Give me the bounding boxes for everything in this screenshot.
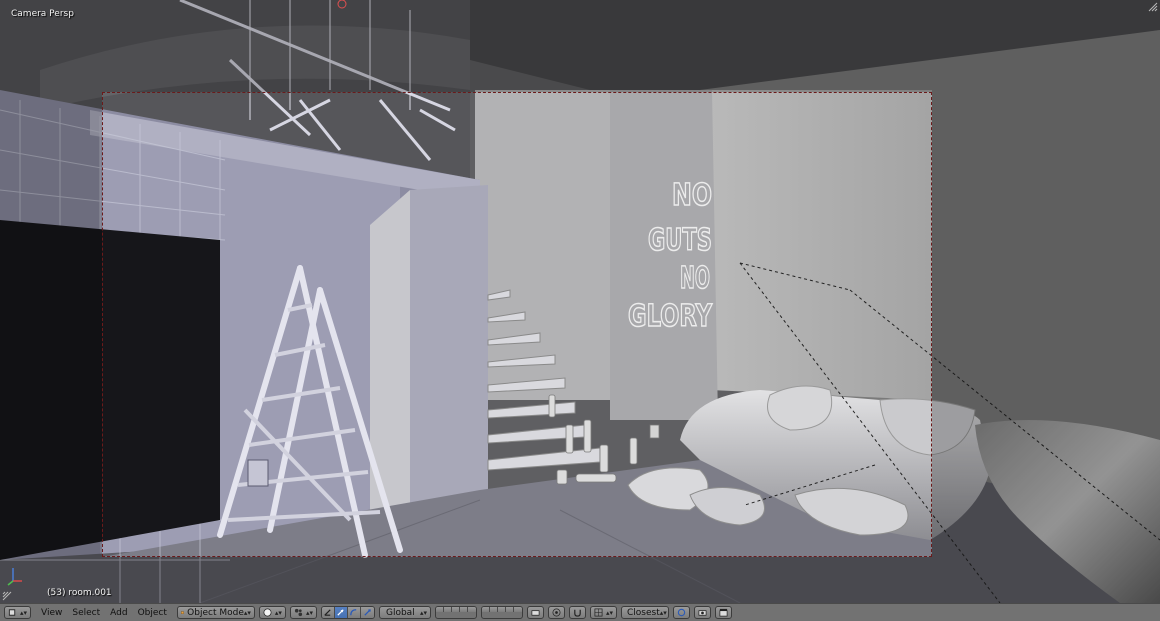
mode-label: Object Mode [187, 607, 244, 618]
layer-button[interactable] [505, 607, 514, 612]
camera-icon [698, 610, 707, 616]
3d-view-header: ▴▾ View Select Add Object Object Mode ▴▾… [0, 603, 1160, 621]
wall-text-line-3: NO [680, 261, 710, 296]
snap-toggle-button[interactable] [568, 606, 586, 619]
snap-rotation-button[interactable] [673, 606, 690, 619]
pivot-point-selector[interactable]: ▴▾ [289, 606, 317, 619]
3d-view-cube-icon [8, 609, 16, 616]
mode-selector[interactable]: Object Mode ▴▾ [176, 606, 255, 619]
menu-add[interactable]: Add [110, 608, 127, 618]
rotate-manipulator-button[interactable] [347, 607, 361, 618]
snap-element-selector[interactable]: ▴▾ [589, 606, 617, 619]
layer-button[interactable] [443, 607, 452, 612]
wall-text-line-4: GLORY [628, 299, 713, 334]
view-label: Camera Persp [11, 9, 74, 19]
wall-text-line-2: GUTS [648, 223, 712, 258]
scale-manipulator-button[interactable] [360, 607, 374, 618]
layer-buttons-b [480, 606, 523, 619]
layer-button[interactable] [481, 607, 490, 612]
layer-button[interactable] [513, 607, 522, 612]
chevron-updown-icon: ▴▾ [274, 608, 282, 617]
clapboard-icon [719, 608, 728, 617]
layers-icon [531, 610, 540, 616]
proportional-edit-icon [552, 608, 561, 617]
proportional-edit-button[interactable] [547, 606, 565, 619]
layer-buttons-a [434, 606, 477, 619]
editor-type-button[interactable]: ▴▾ [4, 606, 32, 619]
viewport-split-corner-icon[interactable] [1148, 2, 1158, 12]
layer-button[interactable] [497, 607, 506, 612]
rotate-arc-icon [350, 609, 357, 616]
chevron-updown-icon: ▴▾ [419, 608, 427, 617]
render-opengl-still-button[interactable] [694, 606, 711, 619]
chevron-updown-icon: ▴▾ [243, 608, 251, 617]
3d-viewport[interactable]: NO GUTS NO GLORY Camera Persp (53) room.… [0, 0, 1160, 603]
scale-icon [364, 609, 371, 616]
viewport-join-corner-icon[interactable] [2, 591, 12, 601]
layer-manager-button[interactable] [526, 606, 544, 619]
transform-orientation-label: Global [385, 607, 415, 618]
chevron-updown-icon: ▴▾ [605, 608, 613, 617]
menu-object[interactable]: Object [138, 608, 167, 618]
manipulator-group [320, 606, 375, 619]
snap-target-selector[interactable]: Closest ▴▾ [621, 606, 669, 619]
wall-text-line-1: NO [672, 178, 712, 213]
pivot-point-icon [294, 608, 303, 617]
snap-increment-icon [594, 608, 603, 617]
render-opengl-animation-button[interactable] [715, 606, 732, 619]
manipulator-icon [324, 609, 332, 616]
object-mode-icon [181, 611, 184, 614]
menu-select[interactable]: Select [72, 608, 100, 618]
layer-button[interactable] [467, 607, 476, 612]
solid-sphere-icon [263, 608, 272, 617]
magnet-icon [574, 609, 581, 617]
menu-view[interactable]: View [41, 608, 62, 618]
layer-button[interactable] [459, 607, 468, 612]
layer-button[interactable] [489, 607, 498, 612]
scene-render: NO GUTS NO GLORY [0, 0, 1160, 603]
layer-button[interactable] [451, 607, 460, 612]
translate-manipulator-button[interactable] [334, 607, 348, 618]
viewport-shading-selector[interactable]: ▴▾ [258, 606, 286, 619]
snap-target-label: Closest [627, 607, 660, 618]
manipulator-toggle[interactable] [321, 607, 335, 618]
chevron-updown-icon: ▴▾ [659, 608, 667, 617]
chevron-updown-icon: ▴▾ [20, 608, 28, 617]
transform-orientation-selector[interactable]: Global ▴▾ [378, 606, 431, 619]
rotate-icon [677, 608, 686, 617]
object-info: (53) room.001 [47, 588, 112, 598]
layer-button[interactable] [435, 607, 444, 612]
chevron-updown-icon: ▴▾ [305, 608, 313, 617]
translate-arrow-icon [337, 609, 345, 616]
